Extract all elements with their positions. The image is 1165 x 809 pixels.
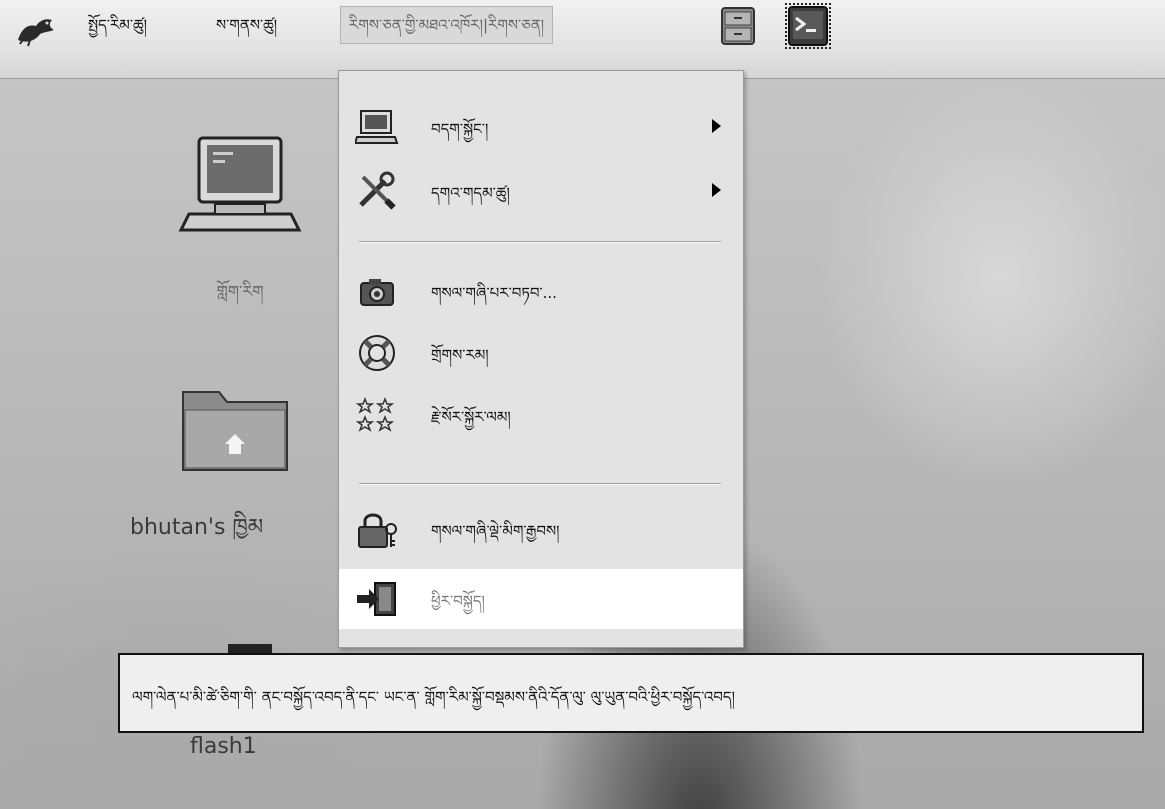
menu-item-label: རྗེ་སོར་སྐྱོར་ལམ།: [431, 408, 511, 426]
laptop-icon: [355, 110, 399, 144]
menu-item-help[interactable]: གྲོགས་རམ།: [339, 323, 743, 383]
applications-menu[interactable]: སྤྱོད་རིམ་ཚུ།: [80, 12, 155, 38]
tools-icon: [359, 171, 396, 210]
help-lifebuoy-icon: [359, 335, 395, 371]
menu-item-about[interactable]: རྗེ་སོར་སྐྱོར་ལམ།: [339, 385, 743, 445]
menu-item-label: དགའ་གདམ་ཚུ།: [431, 184, 510, 202]
desktop-icon-home[interactable]: bhutan's ཁྱིམ: [130, 378, 340, 564]
submenu-arrow-icon: [712, 183, 721, 197]
submenu-arrow-icon: [712, 119, 721, 133]
distro-logo-icon[interactable]: [14, 10, 58, 48]
menu-item-label: ཕྱིར་བསྐྱོད།: [431, 592, 485, 610]
menu-separator: [359, 241, 721, 243]
lock-screen-icon: [358, 513, 397, 548]
top-panel: སྤྱོད་རིམ་ཚུ། ས་གནས་ཚུ། རིགས་ཅན་གྱི་མཐའ་…: [0, 0, 1165, 79]
system-dropdown-menu: བདག་སྐྱོང་། དགའ་གདམ་ཚུ། གསལ་གཞི་པར་བཏབ་.…: [338, 70, 744, 648]
tooltip: ལག་ལེན་པ་མི་ཚེ་ཅིག་གི་ ནང་བསྐྱོད་འབད་ནི་…: [118, 653, 1144, 733]
file-cabinet-icon[interactable]: [718, 6, 758, 46]
menu-item-lock-screen[interactable]: གསལ་གཞི་ལྡེ་མིག་རྒྱབས།: [339, 499, 743, 559]
desktop-icon-label: flash1: [190, 734, 257, 759]
desktop-icon-label: bhutan's ཁྱིམ: [130, 515, 264, 540]
tooltip-text: ལག་ལེན་པ་མི་ཚེ་ཅིག་གི་ ནང་བསྐྱོད་འབད་ནི་…: [132, 688, 735, 706]
terminal-icon[interactable]: [785, 3, 831, 49]
menu-separator: [359, 483, 721, 485]
menu-item-logout[interactable]: ཕྱིར་བསྐྱོད།: [339, 569, 743, 629]
menu-item-administration[interactable]: བདག་སྐྱོང་།: [339, 97, 743, 157]
menu-item-label: གྲོགས་རམ།: [431, 346, 489, 364]
desktop-icon-computer[interactable]: གློག་རིག: [170, 130, 310, 319]
menu-item-preferences[interactable]: དགའ་གདམ་ཚུ།: [339, 161, 743, 221]
logout-icon: [357, 582, 396, 616]
camera-icon: [360, 279, 394, 306]
menu-item-label: བདག་སྐྱོང་།: [431, 120, 489, 138]
desktop-icon-label: གློག་རིག: [216, 282, 264, 301]
menu-item-label: གསལ་གཞི་ལྡེ་མིག་རྒྱབས།: [431, 522, 560, 540]
stars-icon: [355, 396, 395, 432]
places-menu[interactable]: ས་གནས་ཚུ།: [208, 12, 285, 38]
menu-item-label: གསལ་གཞི་པར་བཏབ་...: [431, 284, 557, 302]
home-folder-icon: [182, 391, 288, 471]
computer-icon: [178, 136, 302, 232]
menu-item-screenshot[interactable]: གསལ་གཞི་པར་བཏབ་...: [339, 261, 743, 321]
system-menu[interactable]: རིགས་ཅན་གྱི་མཐའ་འཁོར།|རིགས་ཅན།: [340, 6, 554, 44]
